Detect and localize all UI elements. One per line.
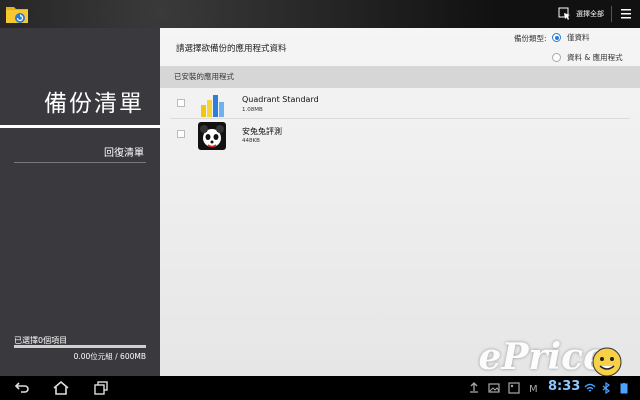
radio-data-and-app[interactable]: 資料 & 應用程式 bbox=[552, 52, 623, 63]
backup-type-label: 備份類型: bbox=[514, 34, 547, 43]
svg-text:M: M bbox=[529, 384, 538, 394]
bluetooth-icon bbox=[602, 382, 611, 394]
checkbox[interactable] bbox=[177, 130, 185, 138]
storage-progress-bar bbox=[14, 345, 146, 348]
screenshot-notification-icon bbox=[488, 383, 500, 393]
sidebar-item-backup-list[interactable]: 備份清單 bbox=[44, 84, 144, 118]
quadrant-bar-chart-icon bbox=[201, 95, 224, 117]
mail-notification-icon: M bbox=[529, 384, 538, 394]
overflow-menu-icon[interactable] bbox=[618, 6, 634, 22]
app-size: 1.08MB bbox=[242, 107, 263, 113]
back-icon[interactable] bbox=[12, 380, 30, 396]
screen: 選擇全部 備份清單 回復清單 已選擇0個項目 0.00位元組 / 600MB 請… bbox=[0, 0, 640, 400]
row-divider bbox=[170, 118, 630, 119]
list-item[interactable]: Quadrant Standard 1.08MB bbox=[160, 90, 640, 119]
backup-folder-app-icon[interactable] bbox=[4, 2, 30, 26]
system-navigation-bar: M 8:33 bbox=[0, 376, 640, 400]
antutu-panda-icon bbox=[198, 122, 226, 150]
app-name: Quadrant Standard bbox=[242, 95, 319, 104]
eprice-watermark: ePrice bbox=[478, 336, 606, 378]
section-header: 已安裝的應用程式 bbox=[160, 66, 640, 88]
action-bar: 選擇全部 bbox=[0, 0, 640, 28]
home-icon[interactable] bbox=[52, 380, 70, 396]
select-cursor-icon bbox=[558, 7, 570, 20]
list-item[interactable]: 安兔兔評測 448KB bbox=[160, 121, 640, 150]
action-divider bbox=[611, 6, 612, 22]
sidebar-item-restore-list[interactable]: 回復清單 bbox=[104, 144, 144, 159]
radio-label: 僅資料 bbox=[567, 33, 590, 42]
app-size: 448KB bbox=[242, 138, 260, 144]
storage-size-label: 0.00位元組 / 600MB bbox=[73, 352, 146, 361]
recent-apps-icon[interactable] bbox=[92, 380, 110, 396]
sidebar: 備份清單 回復清單 已選擇0個項目 0.00位元組 / 600MB bbox=[0, 28, 160, 376]
sidebar-divider bbox=[14, 162, 146, 163]
radio-unselected-icon[interactable] bbox=[552, 53, 561, 62]
battery-icon bbox=[620, 383, 628, 394]
instruction-text: 請選擇欲備份的應用程式資料 bbox=[176, 44, 287, 54]
wifi-icon bbox=[584, 383, 596, 392]
status-clock: 8:33 bbox=[548, 379, 581, 394]
gallery-notification-icon bbox=[508, 382, 520, 394]
radio-data-only[interactable]: 僅資料 bbox=[552, 32, 590, 43]
radio-label: 資料 & 應用程式 bbox=[567, 53, 623, 62]
select-all-button[interactable]: 選擇全部 bbox=[558, 4, 604, 24]
main-panel: 請選擇欲備份的應用程式資料 備份類型: 僅資料 資料 & 應用程式 已安裝的應用… bbox=[160, 28, 640, 376]
select-all-label: 選擇全部 bbox=[576, 10, 604, 18]
mascot-face-icon bbox=[592, 347, 622, 377]
radio-selected-icon[interactable] bbox=[552, 33, 561, 42]
app-name: 安兔兔評測 bbox=[242, 127, 282, 136]
checkbox[interactable] bbox=[177, 99, 185, 107]
selected-indicator bbox=[0, 125, 160, 128]
usb-notification-icon bbox=[470, 382, 478, 393]
